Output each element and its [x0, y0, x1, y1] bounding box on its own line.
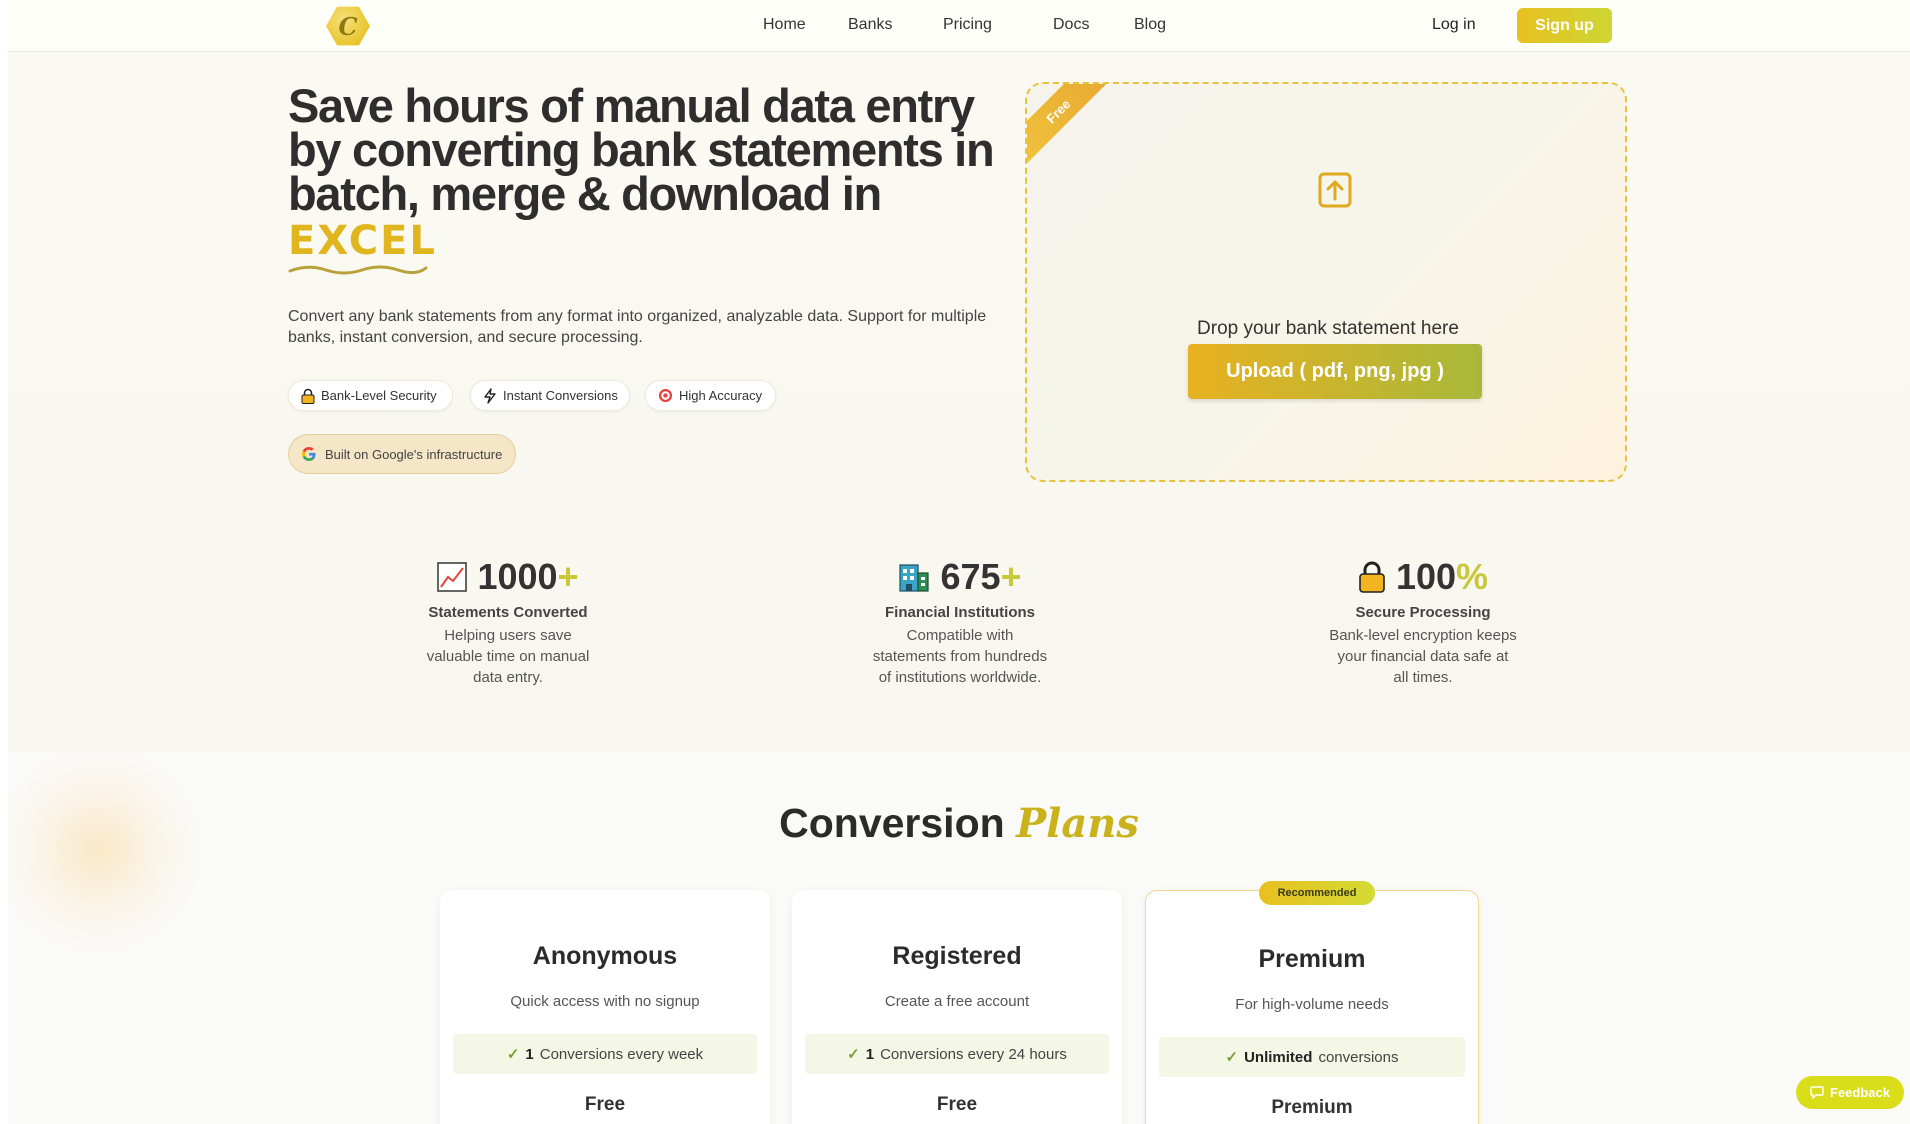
chip-high-accuracy: High Accuracy: [645, 380, 776, 411]
lock-icon: [301, 388, 315, 404]
google-icon: [302, 447, 316, 461]
upload-button[interactable]: Upload ( pdf, png, jpg ): [1188, 344, 1482, 399]
chart-icon: [437, 562, 468, 592]
plan-card-registered: Registered Create a free account ✓ 1 Con…: [792, 890, 1122, 1124]
chip-label: Bank-Level Security: [321, 388, 437, 403]
plan-name: Premium: [1258, 945, 1366, 973]
plan-feature: ✓ 1 Conversions every week: [453, 1034, 757, 1074]
stat-number: 100: [1395, 556, 1457, 597]
stat-description: Helping users save valuable time on manu…: [426, 627, 590, 686]
stat-security: 100% Secure Processing Bank-level encryp…: [1328, 556, 1518, 688]
plan-description: For high-volume needs: [1235, 996, 1389, 1013]
chip-label: Instant Conversions: [503, 388, 618, 403]
plans-title-highlight: Plans: [1016, 800, 1139, 847]
chip-bank-security: Bank-Level Security: [288, 380, 453, 411]
stat-number: 675: [940, 556, 1001, 597]
target-icon: [658, 388, 673, 403]
stat-label: Statements Converted: [428, 604, 588, 621]
plan-card-premium: Premium For high-volume needs ✓ Unlimite…: [1145, 890, 1479, 1124]
check-icon: ✓: [1225, 1049, 1239, 1066]
plan-price: Premium: [1271, 1097, 1353, 1118]
check-icon: ✓: [506, 1046, 520, 1063]
stat-label: Financial Institutions: [884, 604, 1035, 621]
stat-suffix: %: [1456, 556, 1489, 597]
drop-text: Drop your bank statement here: [1197, 318, 1459, 339]
plan-card-anonymous: Anonymous Quick access with no signup ✓ …: [440, 890, 770, 1124]
stat-statements: 1000+ Statements Converted Helping users…: [408, 556, 608, 688]
hero-subtitle: Convert any bank statements from any for…: [288, 308, 987, 346]
hero-highlight: EXCEL: [288, 218, 437, 264]
plan-price: Free: [936, 1094, 978, 1115]
plan-name: Anonymous: [532, 942, 678, 970]
plan-description: Create a free account: [884, 993, 1030, 1010]
stat-description: Bank-level encryption keeps your financi…: [1329, 627, 1517, 686]
free-ribbon: Free: [1027, 84, 1115, 168]
chat-bubble-icon: [1810, 1086, 1824, 1099]
stat-label: Secure Processing: [1355, 604, 1491, 621]
hero-title: Save hours of manual data entry by conve…: [288, 79, 995, 220]
squiggle-underline-icon: [288, 265, 428, 275]
chip-label: High Accuracy: [679, 388, 763, 403]
upload-dropzone[interactable]: Free Drop your bank statement here or cl…: [1025, 82, 1627, 482]
feedback-button[interactable]: Feedback: [1796, 1076, 1904, 1109]
google-infrastructure-chip: Built on Google's infrastructure: [288, 434, 516, 474]
nav-link-docs[interactable]: Docs: [1053, 16, 1089, 34]
plan-description: Quick access with no signup: [510, 993, 700, 1010]
recommended-badge: Recommended: [1259, 881, 1375, 905]
login-link[interactable]: Log in: [1432, 16, 1476, 34]
plan-feature: ✓ Unlimited conversions: [1159, 1037, 1465, 1077]
plan-feature: ✓ 1 Conversions every 24 hours: [805, 1034, 1109, 1074]
logo[interactable]: C: [326, 6, 370, 46]
top-navbar: C Home Banks Pricing Docs Blog Log in Si…: [8, 0, 1910, 52]
plan-price: Free: [584, 1094, 626, 1115]
plan-name: Registered: [892, 942, 1022, 970]
building-icon: [899, 564, 930, 592]
chip-instant-conversions: Instant Conversions: [470, 380, 630, 411]
signup-button[interactable]: Sign up: [1517, 8, 1612, 43]
nav-link-home[interactable]: Home: [763, 16, 806, 34]
google-chip-label: Built on Google's infrastructure: [325, 446, 503, 462]
lightning-icon: [484, 387, 496, 404]
stat-institutions: 675+ Financial Institutions Compatible w…: [870, 556, 1050, 688]
nav-link-banks[interactable]: Banks: [848, 16, 892, 34]
stat-suffix: +: [1000, 556, 1022, 597]
stat-number: 1000: [477, 556, 558, 597]
lock-icon: [1359, 561, 1385, 593]
check-icon: ✓: [847, 1046, 860, 1063]
plans-title: Conversion Plans: [779, 800, 1139, 847]
stat-description: Compatible with statements from hundreds…: [872, 627, 1048, 686]
upload-arrow-icon: [1318, 172, 1352, 208]
nav-link-blog[interactable]: Blog: [1134, 16, 1166, 34]
page: C Home Banks Pricing Docs Blog Log in Si…: [8, 0, 1910, 1124]
nav-link-pricing[interactable]: Pricing: [943, 16, 992, 34]
stat-suffix: +: [557, 556, 579, 597]
